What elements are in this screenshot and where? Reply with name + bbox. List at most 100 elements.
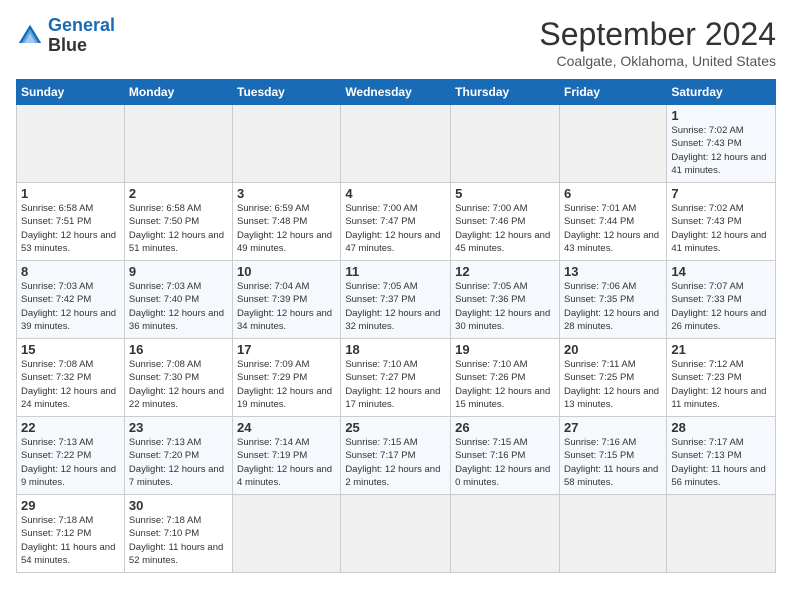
calendar-cell: 23Sunrise: 7:13 AM Sunset: 7:20 PM Dayli… [124,417,232,495]
day-info: Sunrise: 7:01 AM Sunset: 7:44 PM Dayligh… [564,202,662,255]
calendar-cell [451,105,560,183]
day-number: 11 [345,264,446,279]
day-number: 1 [21,186,120,201]
day-number: 16 [129,342,228,357]
calendar-cell: 17Sunrise: 7:09 AM Sunset: 7:29 PM Dayli… [233,339,341,417]
logo-text: General Blue [48,16,115,56]
col-sunday: Sunday [17,80,125,105]
day-number: 18 [345,342,446,357]
calendar-cell: 20Sunrise: 7:11 AM Sunset: 7:25 PM Dayli… [559,339,666,417]
calendar-cell: 24Sunrise: 7:14 AM Sunset: 7:19 PM Dayli… [233,417,341,495]
calendar-cell: 11Sunrise: 7:05 AM Sunset: 7:37 PM Dayli… [341,261,451,339]
calendar-cell [559,495,666,573]
calendar-cell [667,495,776,573]
day-number: 28 [671,420,771,435]
day-info: Sunrise: 7:00 AM Sunset: 7:46 PM Dayligh… [455,202,555,255]
header: General Blue September 2024 Coalgate, Ok… [16,16,776,69]
calendar-cell [341,105,451,183]
col-tuesday: Tuesday [233,80,341,105]
calendar-week-row: 29Sunrise: 7:18 AM Sunset: 7:12 PM Dayli… [17,495,776,573]
calendar-cell: 25Sunrise: 7:15 AM Sunset: 7:17 PM Dayli… [341,417,451,495]
calendar-cell: 9Sunrise: 7:03 AM Sunset: 7:40 PM Daylig… [124,261,232,339]
calendar-cell: 4Sunrise: 7:00 AM Sunset: 7:47 PM Daylig… [341,183,451,261]
calendar-cell: 1Sunrise: 6:58 AM Sunset: 7:51 PM Daylig… [17,183,125,261]
day-number: 5 [455,186,555,201]
day-info: Sunrise: 6:58 AM Sunset: 7:51 PM Dayligh… [21,202,120,255]
day-info: Sunrise: 7:03 AM Sunset: 7:40 PM Dayligh… [129,280,228,333]
calendar-cell: 29Sunrise: 7:18 AM Sunset: 7:12 PM Dayli… [17,495,125,573]
calendar-week-row: 8Sunrise: 7:03 AM Sunset: 7:42 PM Daylig… [17,261,776,339]
calendar-cell [341,495,451,573]
calendar-cell: 15Sunrise: 7:08 AM Sunset: 7:32 PM Dayli… [17,339,125,417]
day-info: Sunrise: 7:18 AM Sunset: 7:12 PM Dayligh… [21,514,120,567]
calendar-cell [559,105,666,183]
day-info: Sunrise: 7:05 AM Sunset: 7:36 PM Dayligh… [455,280,555,333]
day-info: Sunrise: 7:02 AM Sunset: 7:43 PM Dayligh… [671,124,771,177]
day-number: 24 [237,420,336,435]
calendar-cell [124,105,232,183]
day-info: Sunrise: 7:15 AM Sunset: 7:16 PM Dayligh… [455,436,555,489]
day-number: 25 [345,420,446,435]
location: Coalgate, Oklahoma, United States [539,53,776,69]
day-number: 9 [129,264,228,279]
day-number: 2 [129,186,228,201]
day-number: 30 [129,498,228,513]
day-number: 23 [129,420,228,435]
day-info: Sunrise: 7:03 AM Sunset: 7:42 PM Dayligh… [21,280,120,333]
day-info: Sunrise: 7:10 AM Sunset: 7:26 PM Dayligh… [455,358,555,411]
day-info: Sunrise: 7:12 AM Sunset: 7:23 PM Dayligh… [671,358,771,411]
day-number: 14 [671,264,771,279]
calendar-cell: 22Sunrise: 7:13 AM Sunset: 7:22 PM Dayli… [17,417,125,495]
day-info: Sunrise: 7:14 AM Sunset: 7:19 PM Dayligh… [237,436,336,489]
day-number: 8 [21,264,120,279]
calendar-cell [233,105,341,183]
calendar-table: Sunday Monday Tuesday Wednesday Thursday… [16,79,776,573]
calendar-cell [233,495,341,573]
day-number: 20 [564,342,662,357]
col-friday: Friday [559,80,666,105]
calendar-cell: 5Sunrise: 7:00 AM Sunset: 7:46 PM Daylig… [451,183,560,261]
col-monday: Monday [124,80,232,105]
col-wednesday: Wednesday [341,80,451,105]
calendar-cell: 12Sunrise: 7:05 AM Sunset: 7:36 PM Dayli… [451,261,560,339]
calendar-week-row: 1Sunrise: 7:02 AM Sunset: 7:43 PM Daylig… [17,105,776,183]
day-number: 26 [455,420,555,435]
day-number: 4 [345,186,446,201]
day-info: Sunrise: 7:06 AM Sunset: 7:35 PM Dayligh… [564,280,662,333]
calendar-cell: 19Sunrise: 7:10 AM Sunset: 7:26 PM Dayli… [451,339,560,417]
day-info: Sunrise: 7:05 AM Sunset: 7:37 PM Dayligh… [345,280,446,333]
day-number: 27 [564,420,662,435]
col-saturday: Saturday [667,80,776,105]
calendar-cell: 6Sunrise: 7:01 AM Sunset: 7:44 PM Daylig… [559,183,666,261]
day-number: 3 [237,186,336,201]
day-info: Sunrise: 7:16 AM Sunset: 7:15 PM Dayligh… [564,436,662,489]
calendar-cell: 21Sunrise: 7:12 AM Sunset: 7:23 PM Dayli… [667,339,776,417]
day-number: 13 [564,264,662,279]
day-info: Sunrise: 7:17 AM Sunset: 7:13 PM Dayligh… [671,436,771,489]
day-number: 1 [671,108,771,123]
logo-line1: General [48,15,115,35]
calendar-header-row: Sunday Monday Tuesday Wednesday Thursday… [17,80,776,105]
day-info: Sunrise: 6:58 AM Sunset: 7:50 PM Dayligh… [129,202,228,255]
calendar-cell: 28Sunrise: 7:17 AM Sunset: 7:13 PM Dayli… [667,417,776,495]
logo-line2: Blue [48,36,115,56]
day-number: 29 [21,498,120,513]
calendar-cell: 8Sunrise: 7:03 AM Sunset: 7:42 PM Daylig… [17,261,125,339]
day-number: 6 [564,186,662,201]
calendar-cell: 10Sunrise: 7:04 AM Sunset: 7:39 PM Dayli… [233,261,341,339]
logo-icon [16,22,44,50]
day-info: Sunrise: 7:08 AM Sunset: 7:32 PM Dayligh… [21,358,120,411]
day-number: 17 [237,342,336,357]
day-info: Sunrise: 7:18 AM Sunset: 7:10 PM Dayligh… [129,514,228,567]
day-number: 7 [671,186,771,201]
day-info: Sunrise: 7:09 AM Sunset: 7:29 PM Dayligh… [237,358,336,411]
calendar-week-row: 22Sunrise: 7:13 AM Sunset: 7:22 PM Dayli… [17,417,776,495]
logo: General Blue [16,16,115,56]
day-info: Sunrise: 7:11 AM Sunset: 7:25 PM Dayligh… [564,358,662,411]
calendar-cell: 7Sunrise: 7:02 AM Sunset: 7:43 PM Daylig… [667,183,776,261]
day-info: Sunrise: 7:13 AM Sunset: 7:22 PM Dayligh… [21,436,120,489]
day-number: 15 [21,342,120,357]
day-info: Sunrise: 7:04 AM Sunset: 7:39 PM Dayligh… [237,280,336,333]
calendar-cell: 13Sunrise: 7:06 AM Sunset: 7:35 PM Dayli… [559,261,666,339]
calendar-cell: 14Sunrise: 7:07 AM Sunset: 7:33 PM Dayli… [667,261,776,339]
